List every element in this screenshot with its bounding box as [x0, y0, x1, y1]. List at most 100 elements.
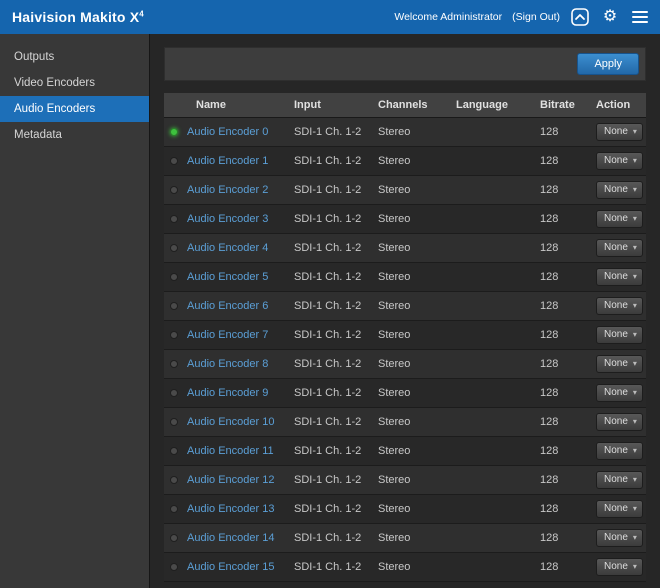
sidebar-item-metadata[interactable]: Metadata: [0, 122, 149, 148]
name-cell: Audio Encoder 12: [164, 466, 288, 495]
input-cell: SDI-1 Ch. 1-2: [288, 379, 372, 408]
action-dropdown[interactable]: None ▾: [596, 152, 643, 170]
bitrate-cell: 128: [534, 234, 590, 263]
channels-cell: Stereo: [372, 147, 450, 176]
name-cell: Audio Encoder 7: [164, 321, 288, 350]
menu-icon[interactable]: [630, 7, 650, 27]
action-cell: None ▾: [590, 234, 646, 263]
encoder-link[interactable]: Audio Encoder 14: [187, 532, 274, 544]
caret-down-icon: ▾: [633, 272, 637, 281]
topbar: Haivision Makito X4 Welcome Administrato…: [0, 0, 660, 34]
input-cell: SDI-1 Ch. 1-2: [288, 553, 372, 582]
encoder-link[interactable]: Audio Encoder 4: [187, 242, 268, 254]
encoder-link[interactable]: Audio Encoder 0: [187, 126, 268, 138]
table-row: Audio Encoder 14 SDI-1 Ch. 1-2 Stereo 12…: [164, 524, 646, 553]
action-dropdown-label: None: [604, 126, 628, 137]
action-dropdown-label: None: [604, 184, 628, 195]
action-dropdown[interactable]: None ▾: [596, 210, 643, 228]
system-status-icon[interactable]: [570, 7, 590, 27]
gear-icon[interactable]: ⚙: [600, 7, 620, 27]
action-dropdown[interactable]: None ▾: [596, 239, 643, 257]
action-dropdown[interactable]: None ▾: [596, 268, 643, 286]
encoder-link[interactable]: Audio Encoder 10: [187, 416, 274, 428]
action-dropdown[interactable]: None ▾: [596, 471, 643, 489]
name-cell: Audio Encoder 9: [164, 379, 288, 408]
audio-encoders-table: Name Input Channels Language Bitrate Act…: [164, 93, 646, 582]
encoder-link[interactable]: Audio Encoder 9: [187, 387, 268, 399]
brand-text: Haivision Makito X: [12, 9, 139, 25]
name-cell: Audio Encoder 3: [164, 205, 288, 234]
action-dropdown-label: None: [604, 300, 628, 311]
caret-down-icon: ▾: [633, 562, 637, 571]
encoder-link[interactable]: Audio Encoder 6: [187, 300, 268, 312]
caret-down-icon: ▾: [633, 475, 637, 484]
status-led-icon: [170, 505, 178, 513]
bitrate-cell: 128: [534, 176, 590, 205]
action-dropdown[interactable]: None ▾: [596, 413, 643, 431]
encoder-link[interactable]: Audio Encoder 3: [187, 213, 268, 225]
welcome-text: Welcome Administrator: [394, 11, 502, 23]
brand-sup: 4: [139, 9, 144, 18]
action-dropdown[interactable]: None ▾: [596, 558, 643, 576]
action-cell: None ▾: [590, 263, 646, 292]
encoder-link[interactable]: Audio Encoder 2: [187, 184, 268, 196]
encoder-link[interactable]: Audio Encoder 15: [187, 561, 274, 573]
sidebar-item-video-encoders[interactable]: Video Encoders: [0, 70, 149, 96]
encoder-link[interactable]: Audio Encoder 1: [187, 155, 268, 167]
language-cell: [450, 437, 534, 466]
name-cell: Audio Encoder 13: [164, 495, 288, 524]
action-dropdown[interactable]: None ▾: [596, 500, 643, 518]
channels-cell: Stereo: [372, 176, 450, 205]
caret-down-icon: ▾: [633, 243, 637, 252]
apply-button[interactable]: Apply: [577, 53, 639, 75]
caret-down-icon: ▾: [633, 417, 637, 426]
status-led-icon: [170, 302, 178, 310]
name-cell: Audio Encoder 0: [164, 118, 288, 147]
action-cell: None ▾: [590, 292, 646, 321]
input-cell: SDI-1 Ch. 1-2: [288, 495, 372, 524]
bitrate-cell: 128: [534, 379, 590, 408]
action-dropdown[interactable]: None ▾: [596, 123, 643, 141]
action-dropdown[interactable]: None ▾: [596, 355, 643, 373]
caret-down-icon: ▾: [633, 301, 637, 310]
action-dropdown[interactable]: None ▾: [596, 529, 643, 547]
table-row: Audio Encoder 5 SDI-1 Ch. 1-2 Stereo 128…: [164, 263, 646, 292]
encoder-link[interactable]: Audio Encoder 12: [187, 474, 274, 486]
action-cell: None ▾: [590, 147, 646, 176]
action-dropdown-label: None: [604, 329, 628, 340]
name-cell: Audio Encoder 6: [164, 292, 288, 321]
name-cell: Audio Encoder 10: [164, 408, 288, 437]
action-dropdown-label: None: [604, 242, 628, 253]
action-cell: None ▾: [590, 495, 646, 524]
caret-down-icon: ▾: [633, 446, 637, 455]
status-led-icon: [170, 215, 178, 223]
encoder-link[interactable]: Audio Encoder 8: [187, 358, 268, 370]
language-cell: [450, 292, 534, 321]
encoder-link[interactable]: Audio Encoder 13: [187, 503, 274, 515]
action-dropdown-label: None: [604, 271, 628, 282]
sign-out-link[interactable]: (Sign Out): [512, 11, 560, 23]
encoder-link[interactable]: Audio Encoder 11: [187, 445, 274, 457]
status-led-icon: [170, 476, 178, 484]
bitrate-cell: 128: [534, 263, 590, 292]
language-cell: [450, 321, 534, 350]
input-cell: SDI-1 Ch. 1-2: [288, 263, 372, 292]
sidebar-item-audio-encoders[interactable]: Audio Encoders: [0, 96, 149, 122]
encoder-link[interactable]: Audio Encoder 5: [187, 271, 268, 283]
encoder-link[interactable]: Audio Encoder 7: [187, 329, 268, 341]
action-dropdown[interactable]: None ▾: [596, 384, 643, 402]
action-dropdown-label: None: [604, 155, 628, 166]
channels-cell: Stereo: [372, 524, 450, 553]
action-cell: None ▾: [590, 379, 646, 408]
action-dropdown[interactable]: None ▾: [596, 326, 643, 344]
action-dropdown[interactable]: None ▾: [596, 297, 643, 315]
sidebar-item-outputs[interactable]: Outputs: [0, 44, 149, 70]
channels-cell: Stereo: [372, 263, 450, 292]
action-dropdown[interactable]: None ▾: [596, 442, 643, 460]
action-cell: None ▾: [590, 118, 646, 147]
action-cell: None ▾: [590, 408, 646, 437]
action-dropdown[interactable]: None ▾: [596, 181, 643, 199]
language-cell: [450, 147, 534, 176]
action-dropdown-label: None: [604, 416, 628, 427]
column-header-bitrate: Bitrate: [534, 93, 590, 118]
